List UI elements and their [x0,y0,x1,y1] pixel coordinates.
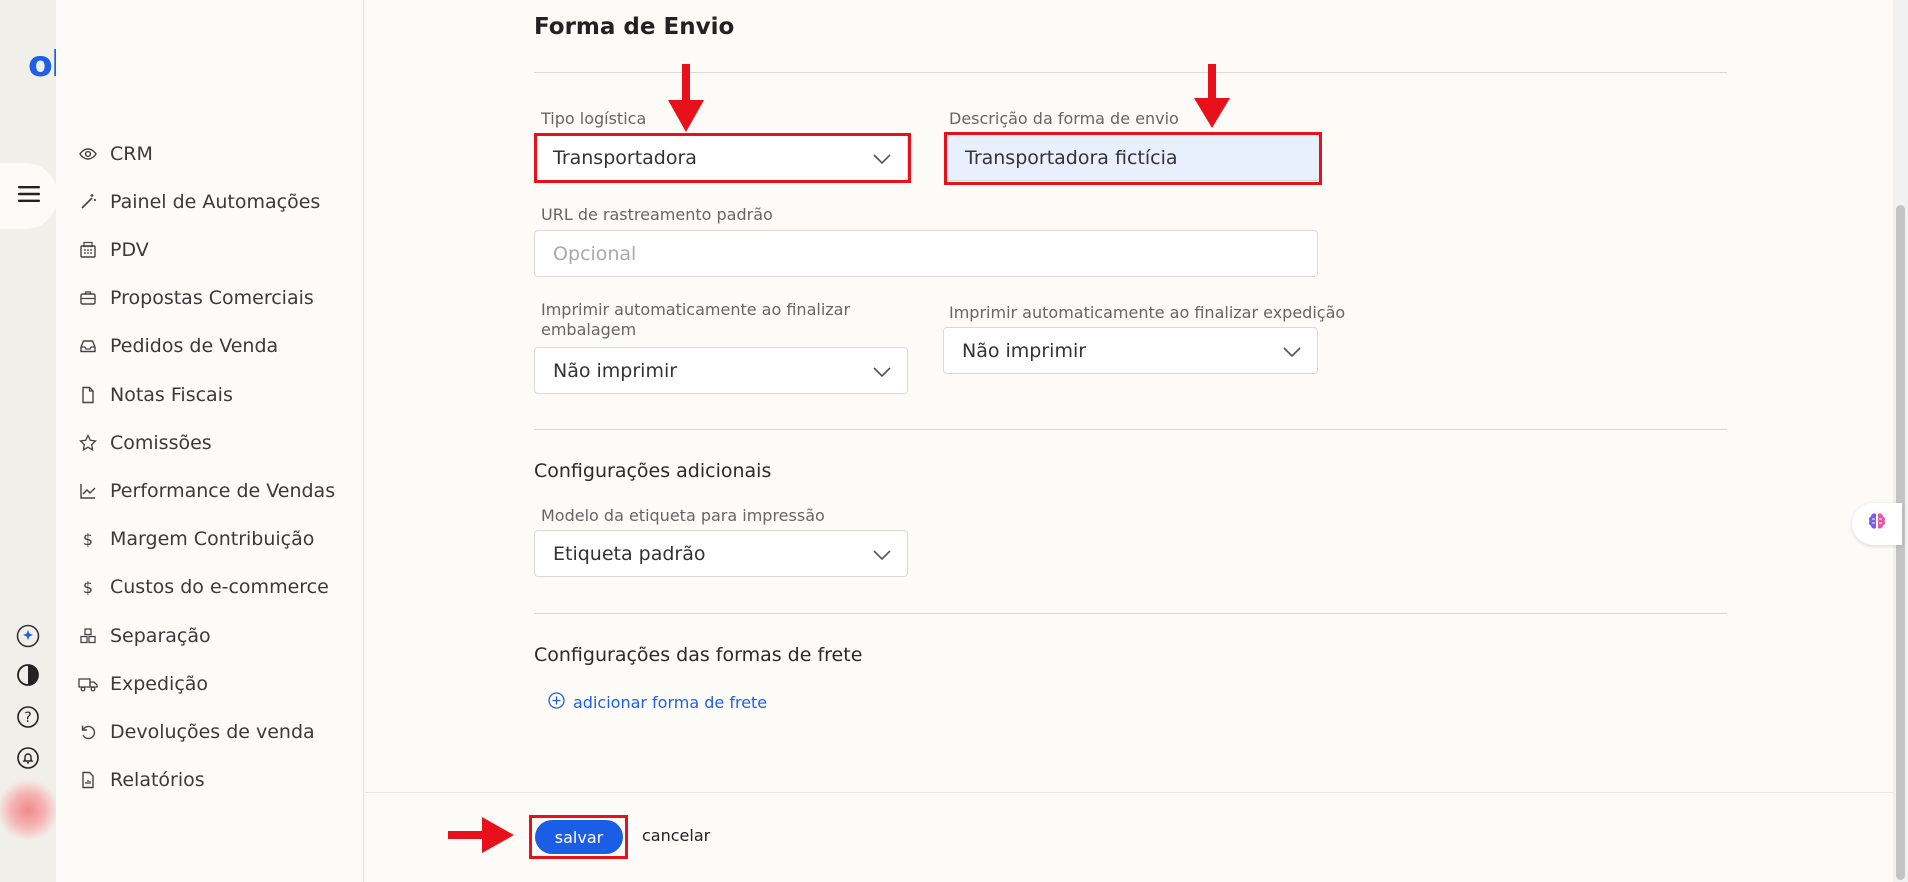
sidebar-item-label: Painel de Automações [110,191,321,213]
magic-wand-icon [78,192,98,212]
annotation-highlight-descricao [944,132,1322,185]
url-rastreamento-label: URL de rastreamento padrão [541,205,773,224]
register-icon [78,240,98,260]
chart-line-icon [78,481,98,501]
config-adicionais-heading: Configurações adicionais [534,460,772,482]
sidebar-item-label: Separação [110,625,211,647]
section-divider [534,613,1727,614]
url-rastreamento-placeholder: Opcional [553,242,637,265]
help-icon[interactable]: ? [15,704,41,730]
imprimir-embalagem-select[interactable]: Não imprimir [534,347,908,394]
chevron-down-icon [1283,340,1301,362]
undo-icon [78,722,98,742]
imprimir-expedicao-label: Imprimir automaticamente ao finalizar ex… [949,303,1346,322]
sidebar-item-label: Relatórios [110,769,205,791]
notifications-bell-icon[interactable] [15,745,41,771]
sidebar-item-painel-automacoes[interactable]: Painel de Automações [78,187,320,217]
icon-rail: olist ? [0,0,110,882]
sidebar-item-relatorios[interactable]: Relatórios [78,765,205,795]
sidebar-item-comissoes[interactable]: Comissões [78,428,212,458]
modelo-etiqueta-label: Modelo da etiqueta para impressão [541,506,825,525]
red-arrow-down-icon [1194,64,1230,128]
eye-icon [78,144,98,164]
sidebar-item-label: Custos do e-commerce [110,576,329,598]
sidebar-item-notas-fiscais[interactable]: Notas Fiscais [78,380,233,410]
add-freight-link[interactable]: adicionar forma de frete [548,692,767,713]
sidebar-item-label: Comissões [110,432,212,454]
inbox-icon [78,336,98,356]
config-frete-heading: Configurações das formas de frete [534,644,863,666]
add-freight-label: adicionar forma de frete [573,693,768,712]
red-arrow-down-icon [668,64,704,132]
svg-text:$: $ [83,578,93,596]
sidebar-item-performance[interactable]: Performance de Vendas [78,476,335,506]
brain-icon [1866,511,1888,537]
sidebar-item-crm[interactable]: CRM [78,139,153,169]
menu-toggle-button[interactable] [0,163,58,229]
modelo-etiqueta-select[interactable]: Etiqueta padrão [534,530,908,577]
sidebar-item-label: Propostas Comerciais [110,287,314,309]
url-rastreamento-input[interactable]: Opcional [534,230,1318,277]
sidebar-item-label: Expedição [110,673,209,695]
sidebar-item-label: Notas Fiscais [110,384,233,406]
sidebar-item-pedidos[interactable]: Pedidos de Venda [78,331,278,361]
user-avatar[interactable] [0,780,56,840]
sidebar-nav: CRM Painel de Automações PDV Propostas C… [56,0,364,882]
sidebar-item-label: Devoluções de venda [110,721,315,743]
sidebar-item-devolucoes[interactable]: Devoluções de venda [78,717,315,747]
dollar-icon: $ [78,529,98,549]
boxes-icon [78,626,98,646]
sidebar-item-propostas[interactable]: Propostas Comerciais [78,283,314,313]
imprimir-embalagem-value: Não imprimir [553,359,678,382]
section-divider [534,72,1727,73]
truck-icon [78,674,98,694]
chevron-down-icon [873,360,891,382]
descricao-label: Descrição da forma de envio [949,109,1179,128]
star-icon [78,433,98,453]
theme-contrast-icon[interactable] [15,662,41,688]
sidebar-item-label: PDV [110,239,149,261]
document-icon [78,385,98,405]
dollar-icon: $ [78,577,98,597]
sidebar-item-label: Performance de Vendas [110,480,336,502]
sidebar-item-label: Pedidos de Venda [110,335,279,357]
sidebar-item-separacao[interactable]: Separação [78,621,211,651]
sidebar-item-expedicao[interactable]: Expedição [78,669,208,699]
tipo-logistica-label: Tipo logística [541,109,647,128]
integrations-icon[interactable] [15,623,41,649]
cancel-button[interactable]: cancelar [642,826,710,845]
section-divider [534,429,1727,430]
sidebar-item-margem[interactable]: $ Margem Contribuição [78,524,314,554]
ai-assistant-button[interactable] [1852,503,1902,545]
report-icon [78,770,98,790]
hamburger-icon [18,185,40,207]
imprimir-expedicao-value: Não imprimir [962,339,1087,362]
sidebar-item-label: CRM [110,143,153,165]
annotation-highlight-tipo-logistica [534,133,911,183]
chevron-down-icon [873,543,891,565]
modelo-etiqueta-value: Etiqueta padrão [553,542,706,565]
briefcase-icon [78,288,98,308]
svg-text:$: $ [83,530,93,548]
sidebar-item-custos[interactable]: $ Custos do e-commerce [78,572,329,602]
imprimir-embalagem-label: Imprimir automaticamente ao finalizar em… [541,300,851,339]
page-title: Forma de Envio [534,14,735,40]
imprimir-expedicao-select[interactable]: Não imprimir [943,327,1318,374]
svg-text:?: ? [24,710,31,726]
plus-circle-icon [548,692,565,713]
sidebar-item-label: Margem Contribuição [110,528,315,550]
sidebar-item-pdv[interactable]: PDV [78,235,149,265]
annotation-highlight-save [529,815,628,859]
red-arrow-right-icon [448,817,514,853]
